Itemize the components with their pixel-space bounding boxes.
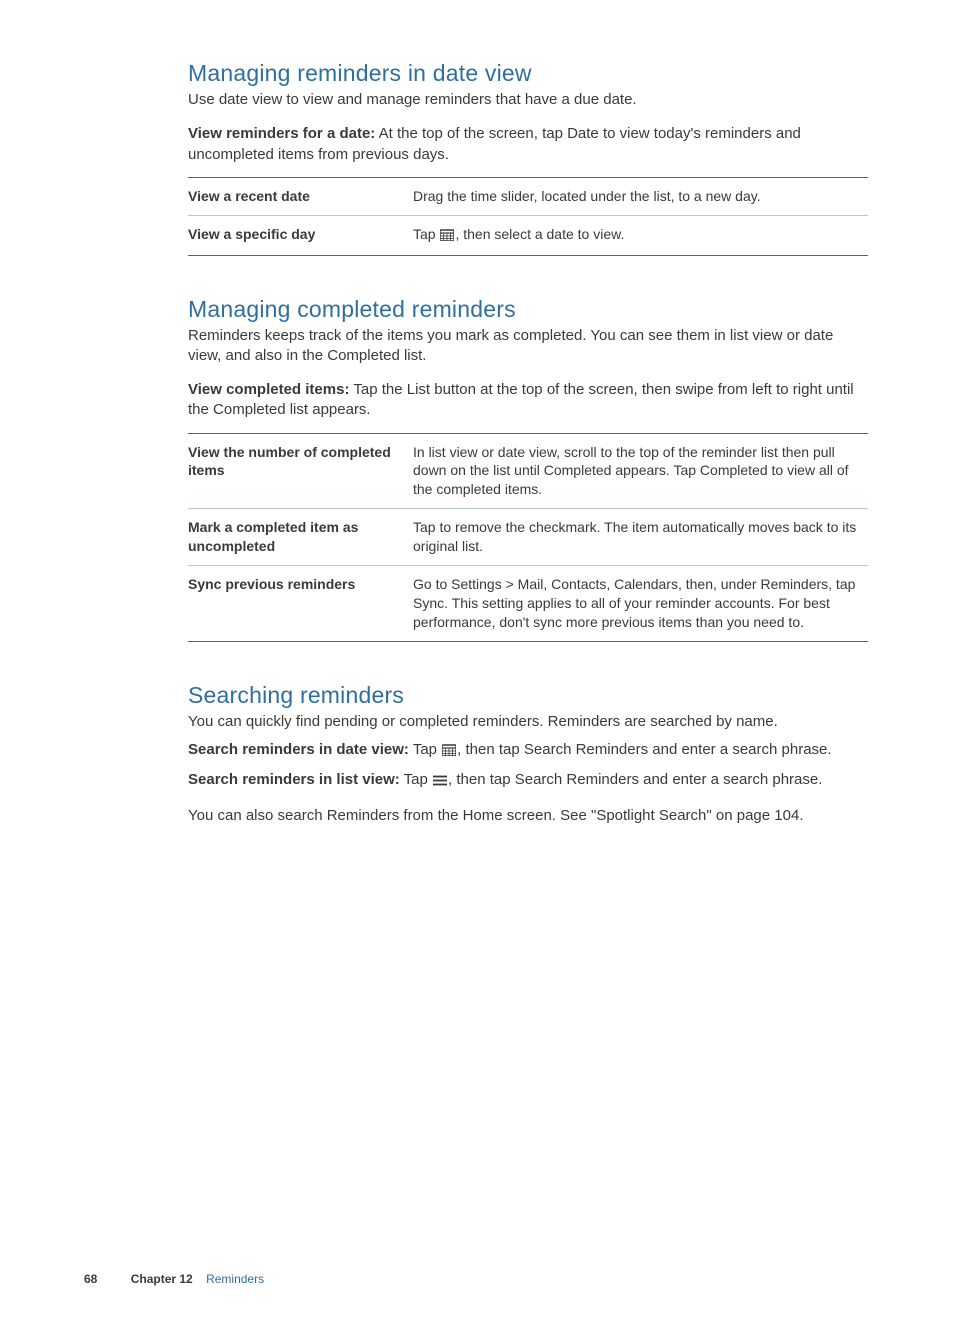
table-row: View a specific day Tap , then select a … (188, 215, 868, 255)
row-value: Drag the time slider, located under the … (413, 177, 868, 215)
table-row: View the number of completed items In li… (188, 433, 868, 509)
table-row: Mark a completed item as uncompleted Tap… (188, 509, 868, 566)
intro-date-view: Use date view to view and manage reminde… (188, 90, 868, 110)
spotlight-search-link[interactable]: Spotlight Search (596, 807, 706, 824)
list-icon (433, 772, 447, 792)
section-completed: Managing completed reminders Reminders k… (188, 296, 868, 642)
search-list-view-line: Search reminders in list view: Tap , the… (188, 770, 868, 792)
section-searching: Searching reminders You can quickly find… (188, 682, 868, 827)
heading-completed: Managing completed reminders (188, 296, 868, 323)
closing-line: You can also search Reminders from the H… (188, 806, 868, 826)
page-number: 68 (84, 1272, 97, 1286)
calendar-icon (440, 227, 454, 246)
page-footer: 68 Chapter 12 Reminders (0, 1272, 954, 1286)
heading-searching: Searching reminders (188, 682, 868, 709)
row-value: In list view or date view, scroll to the… (413, 433, 868, 509)
lead-label: View reminders for a date: (188, 125, 375, 142)
section-date-view: Managing reminders in date view Use date… (188, 60, 868, 256)
label: Search reminders in date view: (188, 741, 409, 758)
page-content: Managing reminders in date view Use date… (0, 0, 954, 827)
intro-searching: You can quickly find pending or complete… (188, 712, 868, 732)
row-key: View the number of completed items (188, 433, 413, 509)
row-key: View a recent date (188, 177, 413, 215)
intro-completed: Reminders keeps track of the items you m… (188, 326, 868, 367)
chapter-label: Chapter 12 (131, 1272, 193, 1286)
search-date-view-line: Search reminders in date view: Tap , the… (188, 740, 868, 762)
chapter-title: Reminders (206, 1272, 264, 1286)
calendar-icon (442, 742, 456, 762)
row-value: Go to Settings > Mail, Contacts, Calenda… (413, 565, 868, 641)
table-completed: View the number of completed items In li… (188, 433, 868, 642)
lead-completed: View completed items: Tap the List butto… (188, 380, 868, 421)
row-key: Mark a completed item as uncompleted (188, 509, 413, 566)
row-key: Sync previous reminders (188, 565, 413, 641)
label: Search reminders in list view: (188, 771, 400, 788)
table-row: View a recent date Drag the time slider,… (188, 177, 868, 215)
page-ref[interactable]: 104 (774, 807, 799, 824)
row-value: Tap , then select a date to view. (413, 215, 868, 255)
row-key: View a specific day (188, 215, 413, 255)
row-value: Tap to remove the checkmark. The item au… (413, 509, 868, 566)
lead-date-view: View reminders for a date: At the top of… (188, 124, 868, 165)
lead-label: View completed items: (188, 381, 349, 398)
table-row: Sync previous reminders Go to Settings >… (188, 565, 868, 641)
table-date-view: View a recent date Drag the time slider,… (188, 177, 868, 256)
heading-date-view: Managing reminders in date view (188, 60, 868, 87)
